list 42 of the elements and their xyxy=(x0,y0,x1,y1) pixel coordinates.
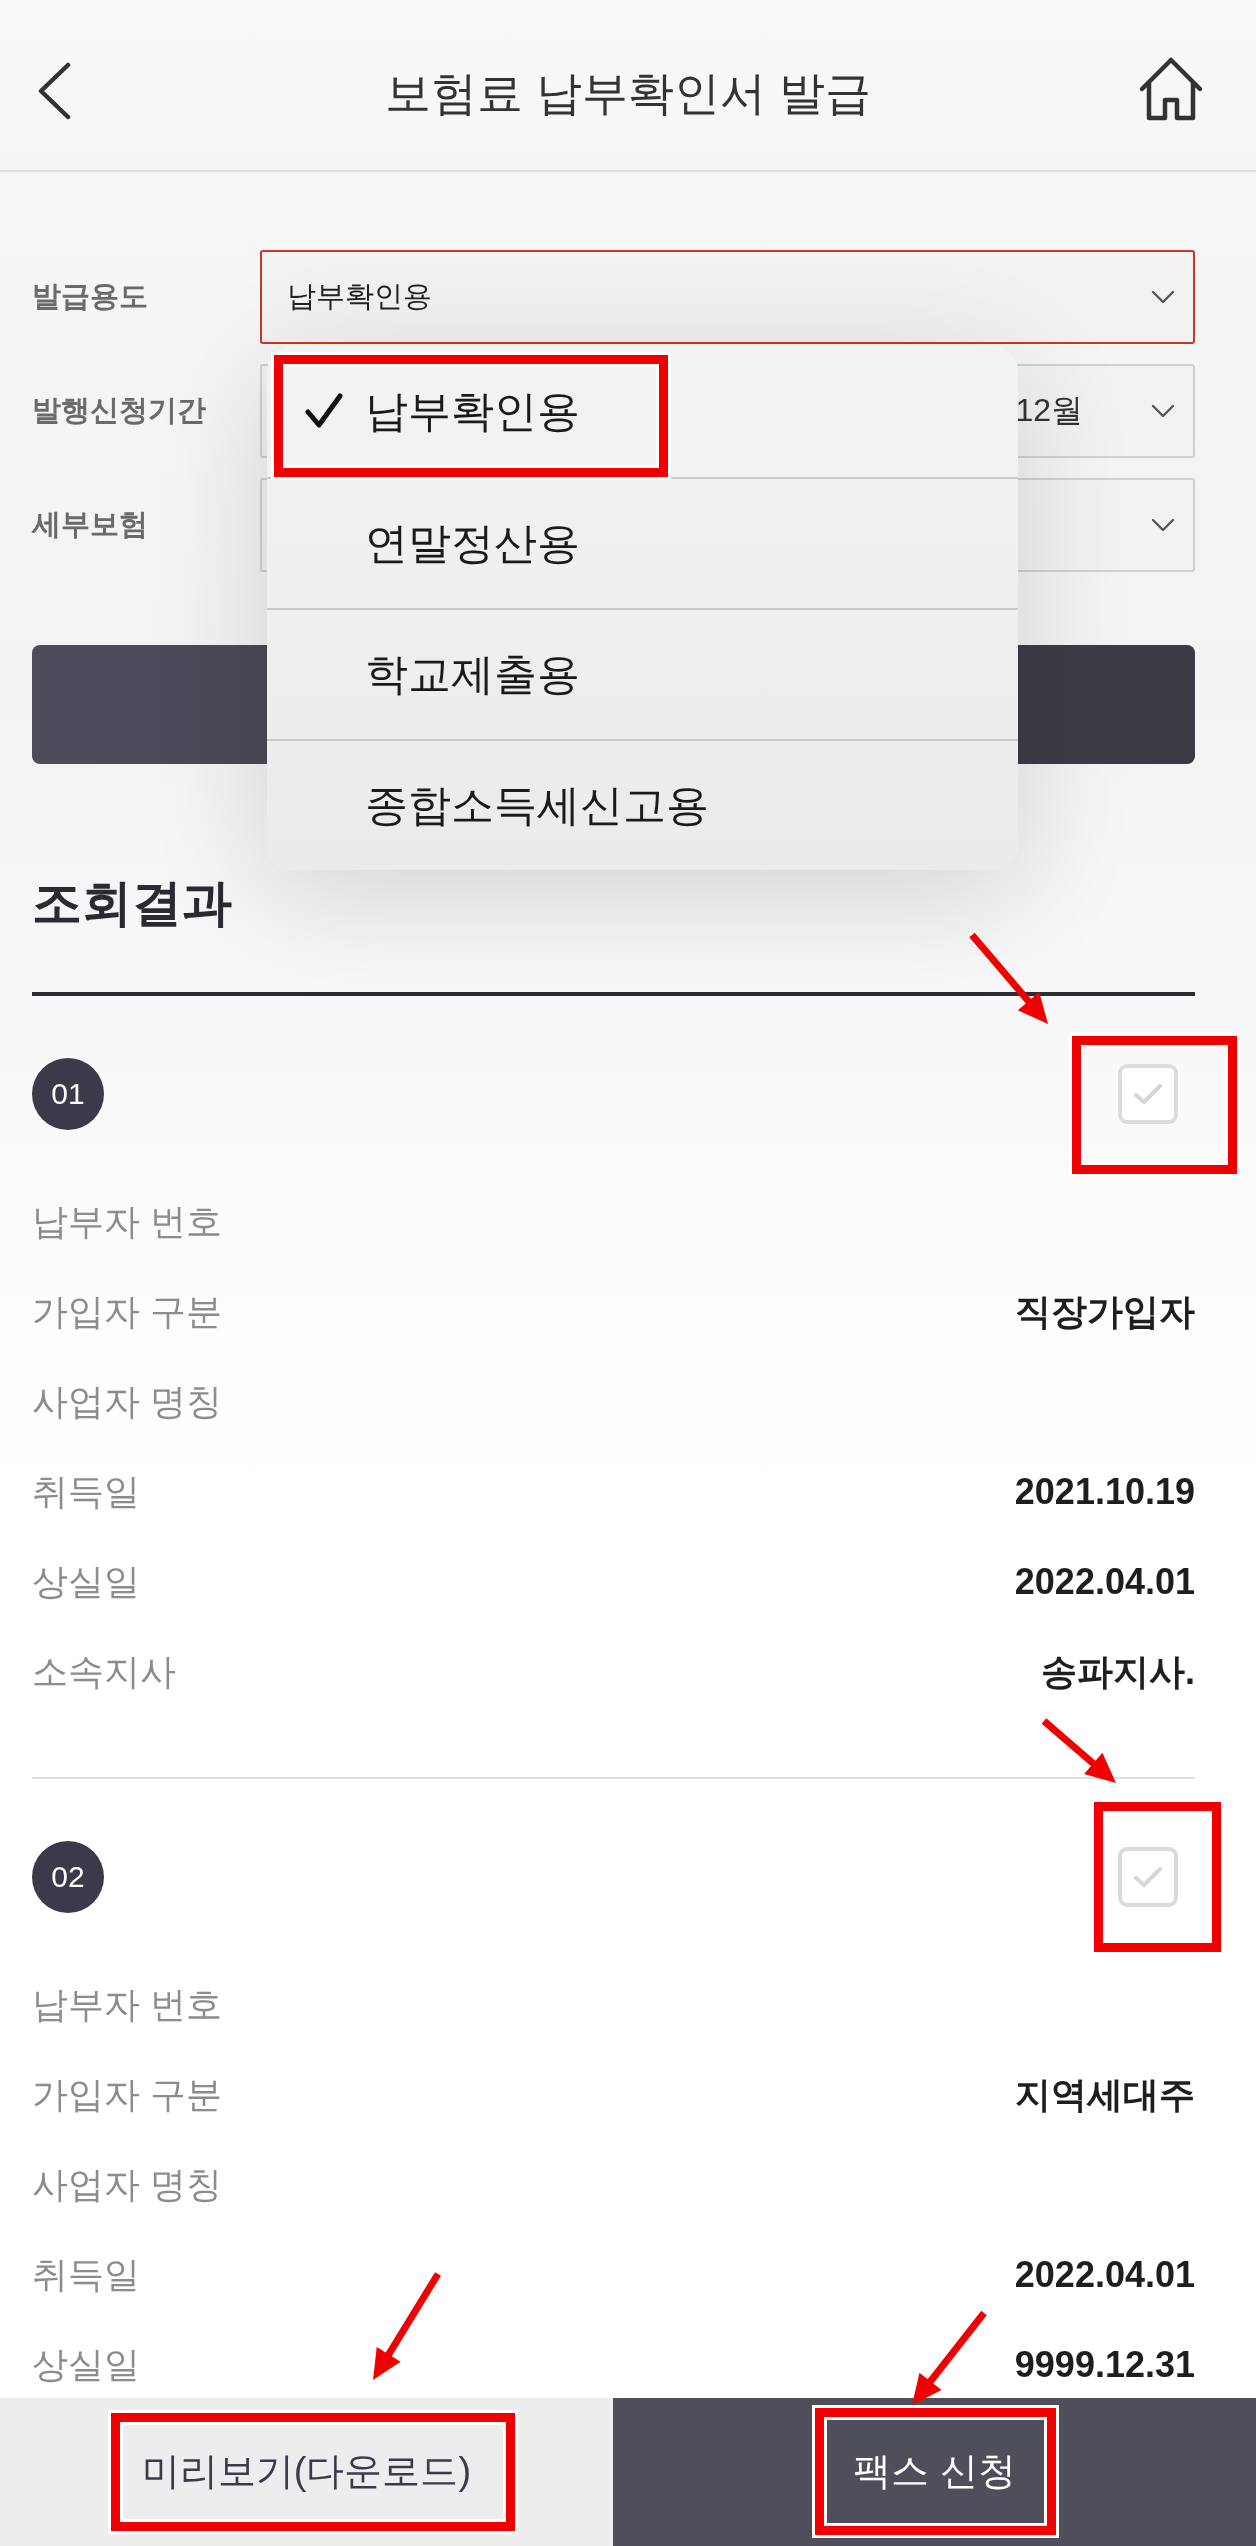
row-value: 지역세대주 xyxy=(1015,2073,1195,2117)
number-badge: 02 xyxy=(32,1841,104,1913)
row-label: 상실일 xyxy=(32,2343,140,2387)
chevron-down-icon xyxy=(1151,404,1175,418)
row-label: 소속지사 xyxy=(32,1650,176,1694)
checkbox[interactable] xyxy=(1118,1847,1178,1907)
check-icon xyxy=(305,393,343,429)
row-value: 직장가입자 xyxy=(1015,1290,1195,1334)
row-value: 2021.10.19 xyxy=(1014,1470,1195,1514)
home-icon[interactable] xyxy=(1138,56,1204,122)
bar-button[interactable]: 팩스 신청 xyxy=(613,2398,1256,2546)
select-field[interactable]: 납부확인용 xyxy=(260,250,1195,344)
row-label: 가입자 구분 xyxy=(32,1290,222,1334)
row-label: 사업자 명칭 xyxy=(32,2163,222,2207)
chevron-down-icon xyxy=(1151,290,1175,304)
row-label: 취득일 xyxy=(32,2253,140,2297)
checkbox[interactable] xyxy=(1118,1064,1178,1124)
section-title: 조회결과 xyxy=(32,874,233,933)
field-label: 발급용도 xyxy=(32,279,149,314)
field-label: 세부보험 xyxy=(32,507,149,542)
select-value: 납부확인용 xyxy=(287,279,432,314)
dropdown-option[interactable]: 종합소득세신고용 xyxy=(267,739,1018,870)
check-icon xyxy=(1133,1082,1163,1106)
bar-button[interactable]: 미리보기(다운로드) xyxy=(0,2398,613,2546)
page-title: 보험료 납부확인서 발급 xyxy=(385,66,871,121)
check-icon xyxy=(1133,1865,1163,1889)
row-label: 상실일 xyxy=(32,1560,140,1604)
row-value: 2022.04.01 xyxy=(1014,2253,1195,2297)
row-value: 송파지사. xyxy=(1041,1650,1195,1694)
row-label: 사업자 명칭 xyxy=(32,1380,222,1424)
back-icon[interactable] xyxy=(36,62,72,120)
row-label: 납부자 번호 xyxy=(32,1983,222,2027)
number-badge: 01 xyxy=(32,1058,104,1130)
select-value: 12월 xyxy=(1015,391,1083,430)
chevron-down-icon xyxy=(1151,518,1175,532)
field-label: 발행신청기간 xyxy=(32,393,207,428)
row-label: 가입자 구분 xyxy=(32,2073,222,2117)
row-label: 취득일 xyxy=(32,1470,140,1514)
row-label: 납부자 번호 xyxy=(32,1200,222,1244)
dropdown-option[interactable]: 납부확인용 xyxy=(267,346,1018,477)
row-value: 9999.12.31 xyxy=(1014,2343,1195,2387)
row-value: 2022.04.01 xyxy=(1014,1560,1195,1604)
